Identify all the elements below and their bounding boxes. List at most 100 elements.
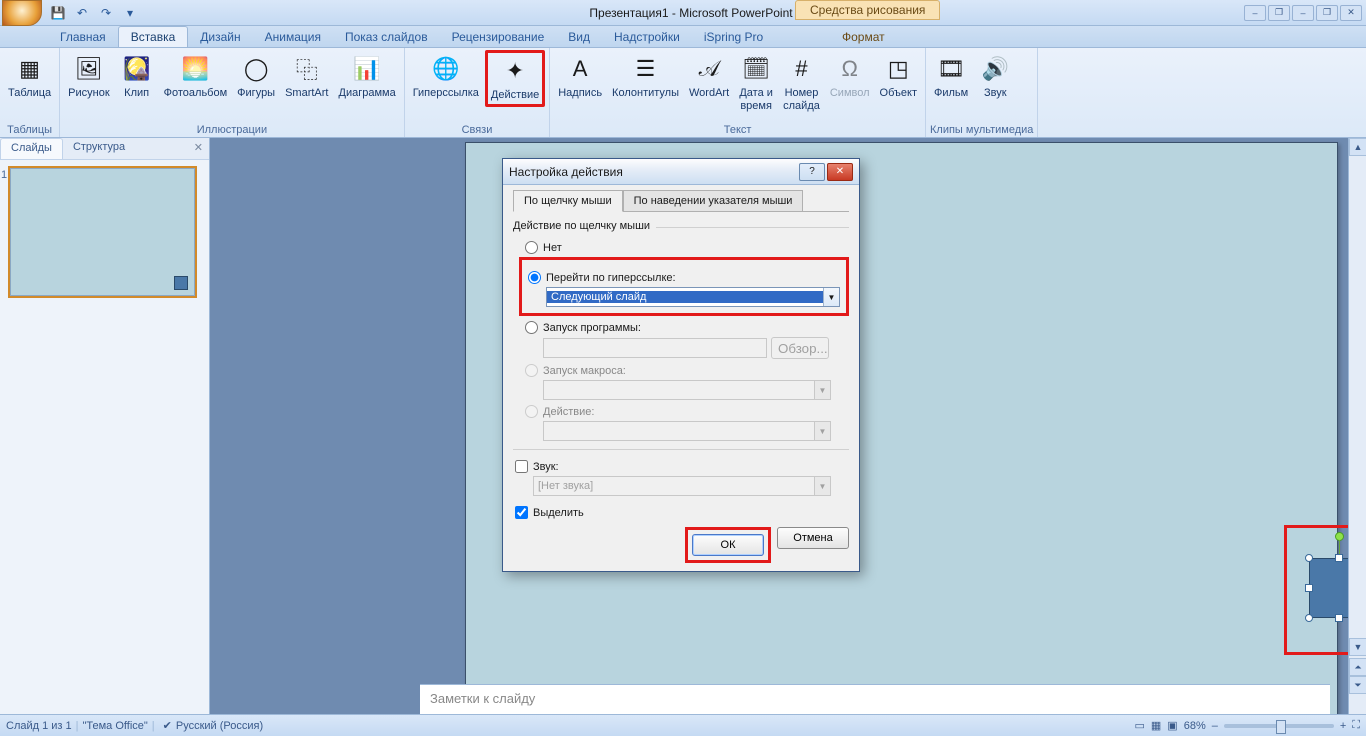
- dialog-close-button[interactable]: ✕: [827, 163, 853, 181]
- resize-handle-bl[interactable]: [1305, 614, 1313, 622]
- notes-pane[interactable]: Заметки к слайду: [420, 684, 1330, 714]
- photoalbum-button[interactable]: 🌅Фотоальбом: [160, 50, 232, 103]
- macro-combo: ▼: [543, 380, 831, 400]
- tab-mouse-hover[interactable]: По наведении указателя мыши: [623, 190, 804, 212]
- view-slideshow-button[interactable]: ▣: [1167, 719, 1177, 732]
- tab-home[interactable]: Главная: [48, 27, 118, 47]
- tab-design[interactable]: Дизайн: [188, 27, 252, 47]
- chart-button[interactable]: 📊Диаграмма: [335, 50, 400, 103]
- zoom-value[interactable]: 68%: [1184, 720, 1206, 732]
- rectangle-shape[interactable]: [1309, 558, 1348, 618]
- highlight-checkbox[interactable]: [515, 506, 528, 519]
- outline-tab[interactable]: Структура: [63, 138, 135, 159]
- qat-customize[interactable]: ▾: [120, 3, 140, 23]
- slide-thumbnail-1[interactable]: [10, 168, 195, 296]
- datetime-button[interactable]: 🗓Дата и время: [735, 50, 777, 115]
- view-sorter-button[interactable]: ▦: [1151, 719, 1161, 732]
- next-slide-button[interactable]: ⏷: [1349, 676, 1366, 694]
- prev-slide-button[interactable]: ⏶: [1349, 658, 1366, 676]
- cancel-button[interactable]: Отмена: [777, 527, 849, 549]
- tab-ispring[interactable]: iSpring Pro: [692, 27, 775, 47]
- symbol-button[interactable]: ΩСимвол: [826, 50, 874, 103]
- title-bar: 💾 ↶ ↷ ▾ Презентация1 - Microsoft PowerPo…: [0, 0, 1366, 26]
- option-hyperlink[interactable]: Перейти по гиперссылке:: [528, 271, 840, 284]
- program-path-input: [543, 338, 767, 358]
- ok-button[interactable]: ОК: [692, 534, 764, 556]
- sound-checkbox-row[interactable]: Звук:: [515, 460, 849, 473]
- radio-hyperlink[interactable]: [528, 271, 541, 284]
- radio-none[interactable]: [525, 241, 538, 254]
- option-run-program[interactable]: Запуск программы:: [525, 321, 849, 334]
- vertical-scrollbar[interactable]: ▲ ▼ ⏶ ⏷: [1348, 138, 1366, 714]
- tab-view[interactable]: Вид: [556, 27, 602, 47]
- spellcheck-icon[interactable]: ✔: [163, 719, 172, 732]
- smartart-button[interactable]: ⿻SmartArt: [281, 50, 332, 103]
- wordart-button[interactable]: 𝒜WordArt: [685, 50, 733, 103]
- tab-review[interactable]: Рецензирование: [440, 27, 557, 47]
- zoom-fit-button[interactable]: ⛶: [1352, 719, 1360, 732]
- office-button[interactable]: [2, 0, 42, 26]
- hyperlink-option-highlight: Перейти по гиперссылке: Следующий слайд …: [519, 257, 849, 316]
- view-normal-button[interactable]: ▭: [1134, 719, 1144, 732]
- tab-addins[interactable]: Надстройки: [602, 27, 692, 47]
- group-label-media: Клипы мультимедиа: [930, 123, 1033, 137]
- textbox-button[interactable]: AНадпись: [554, 50, 606, 103]
- ribbon-minimize-button[interactable]: –: [1244, 5, 1266, 21]
- table-icon: ▦: [14, 53, 46, 85]
- movie-button[interactable]: 🎞Фильм: [930, 50, 972, 103]
- tab-insert[interactable]: Вставка: [118, 26, 189, 47]
- resize-handle-tl[interactable]: [1305, 554, 1313, 562]
- shapes-button[interactable]: ◯Фигуры: [233, 50, 279, 103]
- group-label-tables: Таблицы: [4, 123, 55, 137]
- zoom-in-button[interactable]: +: [1340, 720, 1346, 732]
- dialog-help-button[interactable]: ?: [799, 163, 825, 181]
- dialog-titlebar[interactable]: Настройка действия ? ✕: [503, 159, 859, 185]
- ribbon-tabs: Главная Вставка Дизайн Анимация Показ сл…: [0, 26, 1366, 48]
- sound-combo-value: [Нет звука]: [534, 480, 814, 492]
- label-none: Нет: [543, 242, 562, 254]
- hyperlink-combo-value: Следующий слайд: [547, 291, 823, 303]
- tab-slideshow[interactable]: Показ слайдов: [333, 27, 440, 47]
- hyperlink-combo[interactable]: Следующий слайд ▼: [546, 287, 840, 307]
- tab-format[interactable]: Формат: [830, 27, 897, 47]
- tab-animation[interactable]: Анимация: [253, 27, 333, 47]
- qat-save[interactable]: 💾: [48, 3, 68, 23]
- object-button[interactable]: ◳Объект: [876, 50, 921, 103]
- hyperlink-button[interactable]: 🌐Гиперссылка: [409, 50, 483, 103]
- action-button[interactable]: ✦Действие: [485, 50, 545, 107]
- resize-handle-bc[interactable]: [1335, 614, 1343, 622]
- minimize-button[interactable]: –: [1292, 5, 1314, 21]
- chevron-down-icon[interactable]: ▼: [823, 288, 839, 306]
- slidenumber-icon: #: [786, 53, 818, 85]
- radio-run[interactable]: [525, 321, 538, 334]
- option-none[interactable]: Нет: [525, 241, 849, 254]
- dialog-title: Настройка действия: [509, 165, 797, 179]
- maximize-button[interactable]: ❐: [1316, 5, 1338, 21]
- scroll-down-button[interactable]: ▼: [1349, 638, 1366, 656]
- ribbon-restore-button[interactable]: ❐: [1268, 5, 1290, 21]
- label-run: Запуск программы:: [543, 322, 641, 334]
- panel-close-button[interactable]: ✕: [188, 138, 209, 159]
- resize-handle-tc[interactable]: [1335, 554, 1343, 562]
- clip-button[interactable]: 🎑Клип: [116, 50, 158, 103]
- table-button[interactable]: ▦Таблица: [4, 50, 55, 103]
- sound-checkbox[interactable]: [515, 460, 528, 473]
- tab-mouse-click[interactable]: По щелчку мыши: [513, 190, 623, 212]
- sound-button[interactable]: 🔊Звук: [974, 50, 1016, 103]
- picture-button[interactable]: 🖼Рисунок: [64, 50, 114, 103]
- qat-redo[interactable]: ↷: [96, 3, 116, 23]
- section-label: Действие по щелчку мыши: [513, 220, 650, 232]
- group-label-text: Текст: [554, 123, 921, 137]
- selected-shape-highlight: [1284, 525, 1348, 655]
- resize-handle-ml[interactable]: [1305, 584, 1313, 592]
- qat-undo[interactable]: ↶: [72, 3, 92, 23]
- zoom-out-button[interactable]: –: [1212, 720, 1218, 732]
- status-language[interactable]: Русский (Россия): [176, 720, 263, 732]
- headerfooter-button[interactable]: ☰Колонтитулы: [608, 50, 683, 103]
- zoom-slider[interactable]: [1224, 724, 1334, 728]
- highlight-checkbox-row[interactable]: Выделить: [515, 506, 849, 519]
- slidenumber-button[interactable]: #Номер слайда: [779, 50, 824, 115]
- close-button[interactable]: ✕: [1340, 5, 1362, 21]
- slides-tab[interactable]: Слайды: [0, 138, 63, 159]
- scroll-up-button[interactable]: ▲: [1349, 138, 1366, 156]
